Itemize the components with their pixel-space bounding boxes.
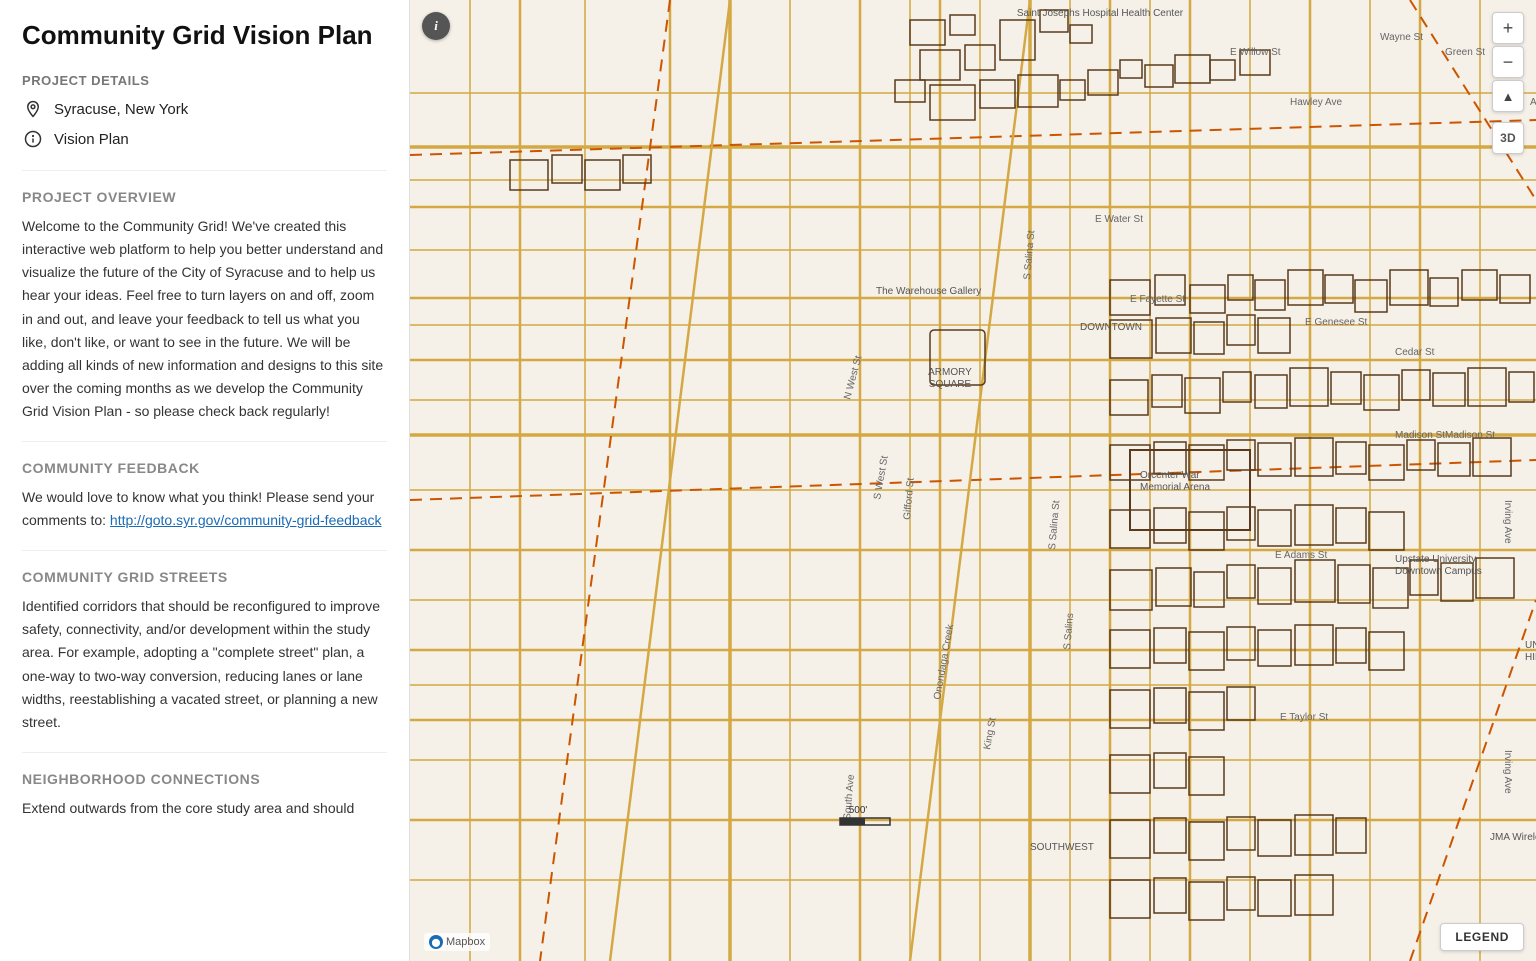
svg-text:Saint Josephs Hospital Health: Saint Josephs Hospital Health Center [1017,8,1184,19]
view-3d-button[interactable]: 3D [1492,122,1524,154]
type-row: Vision Plan [22,128,387,150]
location-icon [22,98,44,120]
divider-3 [22,550,387,551]
svg-text:E Water St: E Water St [1095,214,1143,225]
mapbox-icon: ⬤ [429,935,443,949]
svg-text:ArtRage Gallery: ArtRage Gallery [1530,97,1536,108]
neighborhood-connections-section: Neighborhood Connections Extend outwards… [22,771,387,820]
project-details-section: Project Details Syracuse, New York Visio… [22,73,387,150]
svg-text:Hawley Ave: Hawley Ave [1290,97,1343,108]
left-panel: Community Grid Vision Plan Project Detai… [0,0,410,961]
neighborhood-connections-title: Neighborhood Connections [22,771,387,787]
svg-text:500': 500' [849,805,868,816]
page-title: Community Grid Vision Plan [22,20,387,51]
divider-1 [22,170,387,171]
map-svg: Saint Josephs Hospital Health Center E W… [410,0,1536,961]
svg-text:E Adams St: E Adams St [1275,550,1327,561]
community-feedback-body: We would love to know what you think! Pl… [22,486,387,532]
svg-text:Madison St: Madison St [1395,430,1445,441]
community-grid-streets-body: Identified corridors that should be reco… [22,595,387,734]
community-feedback-title: Community Feedback [22,460,387,476]
map-info-button[interactable]: i [422,12,450,40]
svg-text:HILL: HILL [1525,652,1536,663]
svg-text:Irving Ave: Irving Ave [1502,750,1513,794]
svg-text:ARMORY: ARMORY [928,367,972,378]
project-overview-title: Project Overview [22,189,387,205]
svg-text:E Taylor St: E Taylor St [1280,712,1328,723]
project-overview-section: Project Overview Welcome to the Communit… [22,189,387,423]
type-text: Vision Plan [54,131,129,148]
svg-text:E Willow St: E Willow St [1230,47,1281,58]
map-area[interactable]: Saint Josephs Hospital Health Center E W… [410,0,1536,961]
community-grid-streets-title: Community Grid Streets [22,569,387,585]
project-overview-body: Welcome to the Community Grid! We've cre… [22,215,387,423]
map-controls: + − ▲ 3D [1492,12,1524,154]
svg-text:JMA Wireless Dome: JMA Wireless Dome [1490,832,1536,843]
community-feedback-section: Community Feedback We would love to know… [22,460,387,532]
project-details-label: Project Details [22,73,387,88]
neighborhood-connections-body: Extend outwards from the core study area… [22,797,387,820]
svg-text:E Genesee St: E Genesee St [1305,317,1367,328]
svg-text:Downtown Campus: Downtown Campus [1395,566,1482,577]
svg-text:DOWNTOWN: DOWNTOWN [1080,322,1142,333]
svg-text:Cedar St: Cedar St [1395,347,1435,358]
svg-text:Madison St: Madison St [1445,430,1495,441]
divider-2 [22,441,387,442]
reset-bearing-button[interactable]: ▲ [1492,80,1524,112]
mapbox-logo: ⬤ Mapbox [424,933,490,951]
info-circle-icon [22,128,44,150]
divider-4 [22,752,387,753]
svg-text:E Fayette St: E Fayette St [1130,294,1185,305]
mapbox-label: Mapbox [446,936,485,948]
info-icon: i [434,18,438,34]
zoom-out-button[interactable]: − [1492,46,1524,78]
feedback-link[interactable]: http://goto.syr.gov/community-grid-feedb… [110,512,382,528]
community-grid-streets-section: Community Grid Streets Identified corrid… [22,569,387,734]
svg-text:UNIVERSITY: UNIVERSITY [1525,640,1536,651]
svg-text:Memorial Arena: Memorial Arena [1140,482,1210,493]
svg-text:SQUARE: SQUARE [929,379,972,390]
svg-text:Green St: Green St [1445,47,1485,58]
location-text: Syracuse, New York [54,101,188,118]
svg-text:Wayne St: Wayne St [1380,32,1423,43]
svg-text:SOUTHWEST: SOUTHWEST [1030,842,1094,853]
location-row: Syracuse, New York [22,98,387,120]
svg-text:Orcenter War: Orcenter War [1140,470,1200,481]
svg-text:Upstate University: Upstate University [1395,554,1476,565]
legend-button[interactable]: LEGEND [1440,923,1524,951]
svg-text:Irving Ave: Irving Ave [1502,500,1513,544]
zoom-in-button[interactable]: + [1492,12,1524,44]
svg-text:The Warehouse Gallery: The Warehouse Gallery [876,286,981,297]
